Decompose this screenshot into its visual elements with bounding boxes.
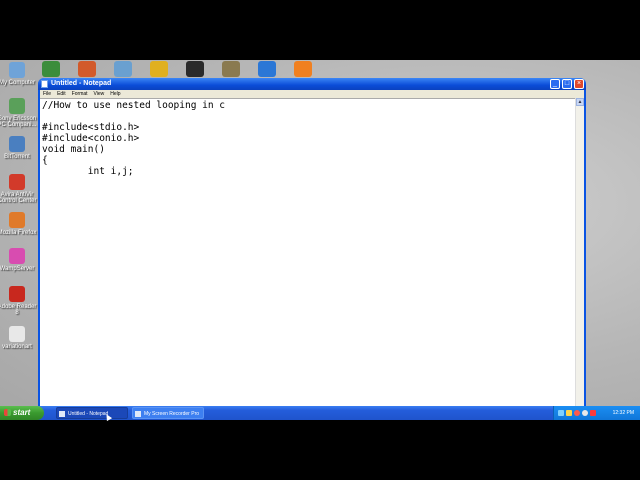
notepad-icon <box>41 80 48 88</box>
menu-edit[interactable]: Edit <box>57 91 66 97</box>
minimize-button[interactable]: _ <box>550 79 560 89</box>
start-button[interactable]: start <box>0 406 44 420</box>
task-notepad[interactable]: Untitled - Notepad <box>56 407 128 419</box>
desktop: My Computer Sony Ericsson PC Compani... Bi… <box>0 60 640 420</box>
title-bar[interactable]: Untitled - Notepad _ □ × <box>38 78 586 90</box>
desktop-icon[interactable]: Mozilla Firefox <box>0 212 37 236</box>
code-text: //How to use nested looping in c #include… <box>42 100 225 177</box>
recorder-task-icon <box>135 411 141 417</box>
notepad-window: Untitled - Notepad _ □ × File Edit Format V… <box>38 78 586 420</box>
menu-help[interactable]: Help <box>110 91 120 97</box>
close-button[interactable]: × <box>574 79 584 89</box>
desktop-icon-label: My Computer <box>0 80 35 86</box>
app-icon <box>9 98 25 114</box>
text-editor[interactable]: //How to use nested looping in c #include… <box>40 98 576 420</box>
quick-launch-icon[interactable] <box>78 61 96 77</box>
menu-bar: File Edit Format View Help <box>40 90 584 98</box>
desktop-icon[interactable]: Adobe Reader 8 <box>0 286 37 316</box>
menu-format[interactable]: Format <box>72 91 88 97</box>
app-icon <box>9 286 25 302</box>
desktop-icon-label: Mozilla Firefox <box>0 230 37 236</box>
quick-launch-icon[interactable] <box>150 61 168 77</box>
task-label: My Screen Recorder Pro <box>144 411 200 417</box>
desktop-icon[interactable]: variationart <box>0 326 37 350</box>
maximize-button[interactable]: □ <box>562 79 572 89</box>
clock[interactable]: 12:32 PM <box>613 406 634 420</box>
code-line: #include<conio.h> <box>42 133 140 144</box>
code-line: //How to use nested looping in c <box>42 100 226 111</box>
app-icon <box>9 174 25 190</box>
code-line: int i,j; <box>42 166 134 177</box>
vertical-scrollbar[interactable]: ▲ ▼ <box>575 98 584 420</box>
tray-network-icon[interactable] <box>558 410 564 416</box>
app-icon <box>9 326 25 342</box>
notepad-task-icon <box>59 411 65 417</box>
app-icon <box>9 248 25 264</box>
system-tray: 12:32 PM <box>553 406 640 420</box>
desktop-icon-label: Avira AntiVir Control Center <box>0 192 37 204</box>
tray-volume-icon[interactable] <box>566 410 572 416</box>
task-label: Untitled - Notepad <box>68 411 109 417</box>
quick-launch-icon[interactable] <box>222 61 240 77</box>
task-screen-recorder[interactable]: My Screen Recorder Pro <box>132 407 204 419</box>
desktop-icon[interactable]: Avira AntiVir Control Center <box>0 174 37 204</box>
tray-recorder-icon[interactable] <box>582 410 588 416</box>
desktop-icon-label: BitTorrent <box>4 154 30 160</box>
quick-launch-icon[interactable] <box>186 61 204 77</box>
quick-launch-icon[interactable] <box>258 61 276 77</box>
quick-launch-icon[interactable] <box>294 61 312 77</box>
quick-launch-icon[interactable] <box>42 61 60 77</box>
desktop-icon[interactable]: WampServer <box>0 248 37 272</box>
app-icon <box>9 62 25 78</box>
code-line: { <box>42 155 48 166</box>
app-icon <box>9 136 25 152</box>
desktop-icon[interactable]: BitTorrent <box>0 136 37 160</box>
desktop-icon-label: WampServer <box>0 266 35 272</box>
app-icon <box>9 212 25 228</box>
quick-launch-icon[interactable] <box>114 61 132 77</box>
taskbar: start Untitled - Notepad My Screen Recor… <box>0 406 640 420</box>
desktop-icon[interactable]: Sony Ericsson PC Compani... <box>0 98 37 128</box>
start-label: start <box>13 408 31 417</box>
desktop-icon-label: Sony Ericsson PC Compani... <box>0 116 37 128</box>
tray-antivirus-icon[interactable] <box>574 410 580 416</box>
code-line: #include<stdio.h> <box>42 122 140 133</box>
window-title: Untitled - Notepad <box>51 80 112 87</box>
scroll-up-icon[interactable]: ▲ <box>576 98 584 106</box>
desktop-icon[interactable]: My Computer <box>0 62 37 86</box>
desktop-icon-label: variationart <box>2 344 32 350</box>
menu-view[interactable]: View <box>94 91 105 97</box>
tray-shield-icon[interactable] <box>590 410 596 416</box>
menu-file[interactable]: File <box>43 91 51 97</box>
windows-flag-icon <box>4 409 11 416</box>
code-line: void main() <box>42 144 105 155</box>
desktop-icon-label: Adobe Reader 8 <box>0 304 37 316</box>
